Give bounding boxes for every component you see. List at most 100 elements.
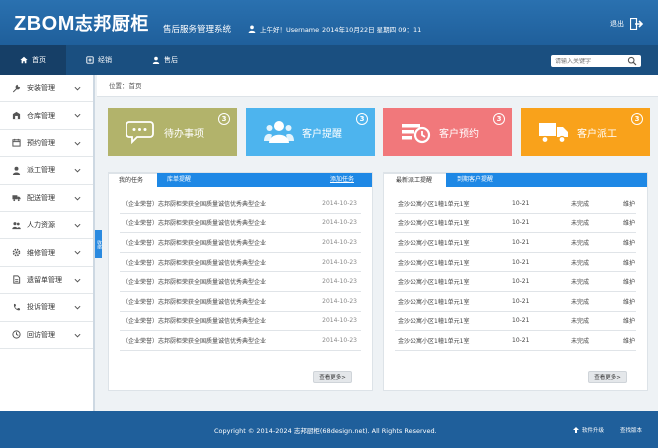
logout-icon	[630, 18, 644, 30]
task-title[interactable]: （企业荣誉）志邦厨柜荣获全国质量诚信优秀典型企业	[122, 297, 266, 306]
customers-icon	[264, 121, 294, 143]
nav-tab-home[interactable]: 首页	[0, 45, 66, 75]
card-count-badge: 3	[631, 113, 643, 125]
tab-expiring-customers[interactable]: 到期客户提醒	[457, 173, 493, 187]
card-count-badge: 3	[218, 113, 230, 125]
sidebar-item-label: 安装管理	[27, 84, 55, 93]
chevron-down-icon	[74, 86, 81, 91]
user-icon	[248, 25, 256, 33]
dispatch-row[interactable]: 金沙公寓小区1幢1单元1室 10-21 未完成 维护	[395, 194, 636, 214]
task-row[interactable]: （企业荣誉）志邦厨柜荣获全国质量诚信优秀典型企业 2014-10-23	[120, 253, 361, 273]
sidebar-item-appointment[interactable]: 预约管理	[0, 130, 93, 158]
nav-tab-dealer[interactable]: 经销	[66, 45, 132, 75]
sidebar-item-label: 维修管理	[27, 248, 55, 257]
dispatch-row[interactable]: 金沙公寓小区1幢1单元1室 10-21 未完成 维护	[395, 331, 636, 351]
breadcrumb: 位置：首页	[97, 75, 658, 97]
task-date: 2014-10-23	[322, 336, 357, 344]
footer: Copyright © 2014-2024 志邦厨柜(68design.net)…	[0, 411, 658, 448]
sidebar-item-delivery[interactable]: 配送管理	[0, 185, 93, 212]
chevron-down-icon	[74, 251, 81, 255]
search-input[interactable]	[551, 57, 627, 65]
dispatch-row[interactable]: 金沙公寓小区1幢1单元1室 10-21 未完成 维护	[395, 233, 636, 253]
task-row[interactable]: （企业荣誉）志邦厨柜荣获全国质量诚信优秀典型企业 2014-10-23	[120, 312, 361, 332]
chevron-down-icon	[74, 168, 81, 173]
card-label: 客户提醒	[302, 129, 342, 140]
sidebar-item-label: 回访管理	[27, 330, 55, 339]
nav-tab-label: 售后	[164, 56, 178, 64]
dispatch-row[interactable]: 金沙公寓小区1幢1单元1室 10-21 未完成 维护	[395, 292, 636, 312]
brand-logo: ZBOM志邦厨柜	[14, 10, 149, 36]
sidebar-item-install[interactable]: 安装管理	[0, 75, 93, 103]
chevron-down-icon	[74, 114, 81, 118]
nav-tab-aftersales[interactable]: 售后	[132, 45, 198, 75]
task-title[interactable]: （企业荣誉）志邦厨柜荣获全国质量诚信优秀典型企业	[122, 336, 266, 345]
nav-tab-label: 首页	[32, 56, 46, 64]
dispatch-address: 金沙公寓小区1幢1单元1室	[398, 298, 470, 306]
software-upgrade-link[interactable]: 软件升级	[573, 426, 604, 434]
add-task-link[interactable]: 添加任务	[330, 173, 354, 187]
task-title[interactable]: （企业荣誉）志邦厨柜荣获全国质量诚信优秀典型企业	[122, 238, 266, 247]
sidebar-item-dispatch[interactable]: 派工管理	[0, 157, 93, 185]
chat-bubble-icon	[126, 121, 154, 144]
view-more-button[interactable]: 查看更多>	[313, 371, 352, 383]
card-todo[interactable]: 待办事项 3	[108, 108, 237, 156]
dispatch-row[interactable]: 金沙公寓小区1幢1单元1室 10-21 未完成 维护	[395, 214, 636, 234]
tab-my-tasks[interactable]: 我的任务	[109, 173, 157, 187]
sidebar-item-repair[interactable]: 维修管理	[0, 239, 93, 267]
gear-icon	[12, 248, 21, 257]
card-count-badge: 3	[356, 113, 368, 125]
chevron-down-icon	[74, 223, 81, 228]
sidebar-item-legacy-orders[interactable]: 遗留单管理	[0, 267, 93, 295]
dispatch-status: 未完成	[571, 298, 590, 306]
task-date: 2014-10-23	[322, 258, 357, 266]
worker-icon	[12, 166, 21, 175]
card-customer-appointment[interactable]: 客户预约 3	[383, 108, 512, 156]
tab-latest-dispatch[interactable]: 最新派工提醒	[384, 173, 446, 187]
task-row[interactable]: （企业荣誉）志邦厨柜荣获全国质量诚信优秀典型企业 2014-10-23	[120, 214, 361, 234]
sidebar-item-label: 派工管理	[27, 166, 55, 175]
find-version-link[interactable]: 查找版本	[620, 426, 642, 434]
sidebar-collapse-toggle[interactable]: 收缩	[95, 230, 102, 258]
sidebar-item-followup[interactable]: 回访管理	[0, 322, 93, 349]
sidebar-item-complaints[interactable]: 投诉管理	[0, 294, 93, 322]
chevron-down-icon	[74, 141, 81, 146]
dispatch-address: 金沙公寓小区1幢1单元1室	[398, 318, 470, 326]
sidebar-item-warehouse[interactable]: 仓库管理	[0, 102, 93, 130]
schedule-icon	[402, 124, 431, 144]
search-icon[interactable]	[627, 56, 637, 66]
task-title[interactable]: （企业荣誉）志邦厨柜荣获全国质量诚信优秀典型企业	[122, 218, 266, 227]
sidebar-item-label: 投诉管理	[27, 303, 55, 312]
dispatch-row[interactable]: 金沙公寓小区1幢1单元1室 10-21 未完成 维护	[395, 312, 636, 332]
view-more-button[interactable]: 查看更多>	[588, 371, 627, 383]
home-icon	[20, 56, 28, 64]
task-title[interactable]: （企业荣誉）志邦厨柜荣获全国质量诚信优秀典型企业	[122, 316, 266, 325]
arrow-up-icon	[573, 427, 579, 433]
dispatch-row[interactable]: 金沙公寓小区1幢1单元1室 10-21 未完成 维护	[395, 272, 636, 292]
task-row[interactable]: （企业荣誉）志邦厨柜荣获全国质量诚信优秀典型企业 2014-10-23	[120, 292, 361, 312]
task-title[interactable]: （企业荣誉）志邦厨柜荣获全国质量诚信优秀典型企业	[122, 199, 266, 208]
task-row[interactable]: （企业荣誉）志邦厨柜荣获全国质量诚信优秀典型企业 2014-10-23	[120, 233, 361, 253]
chevron-down-icon	[74, 305, 81, 310]
dispatch-type: 维护	[623, 279, 636, 287]
dispatch-address: 金沙公寓小区1幢1单元1室	[398, 279, 470, 287]
system-title: 售后服务管理系统	[163, 25, 232, 35]
task-row[interactable]: （企业荣誉）志邦厨柜荣获全国质量诚信优秀典型企业 2014-10-23	[120, 331, 361, 351]
task-row[interactable]: （企业荣誉）志邦厨柜荣获全国质量诚信优秀典型企业 2014-10-23	[120, 194, 361, 214]
service-icon	[152, 56, 160, 64]
task-title[interactable]: （企业荣誉）志邦厨柜荣获全国质量诚信优秀典型企业	[122, 258, 266, 267]
dispatch-date: 10-21	[512, 297, 530, 305]
sidebar-item-hr[interactable]: 人力资源	[0, 212, 93, 240]
tab-order-reminder[interactable]: 库单提醒	[167, 173, 191, 187]
card-count-badge: 3	[493, 113, 505, 125]
dispatch-type: 维护	[623, 337, 636, 345]
version-label: 查找版本	[620, 428, 643, 434]
dispatch-status: 未完成	[571, 279, 590, 287]
card-customer-dispatch[interactable]: 客户派工 3	[521, 108, 650, 156]
card-customer-reminder[interactable]: 客户提醒 3	[246, 108, 375, 156]
logout-button[interactable]: 退出	[610, 18, 644, 30]
search-box	[551, 55, 641, 67]
task-row[interactable]: （企业荣誉）志邦厨柜荣获全国质量诚信优秀典型企业 2014-10-23	[120, 272, 361, 292]
dispatch-row[interactable]: 金沙公寓小区1幢1单元1室 10-21 未完成 维护	[395, 253, 636, 273]
dealer-icon	[86, 56, 94, 64]
task-title[interactable]: （企业荣誉）志邦厨柜荣获全国质量诚信优秀典型企业	[122, 277, 266, 286]
